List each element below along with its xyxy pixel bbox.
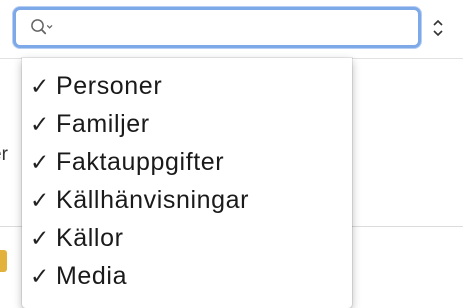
background-label-fragment: er xyxy=(0,144,8,165)
checkmark-icon: ✓ xyxy=(30,110,50,137)
search-with-dropdown-icon[interactable] xyxy=(30,18,54,38)
scope-stepper[interactable] xyxy=(429,17,447,43)
search-scope-menu: ✓ Personer ✓ Familjer ✓ Faktauppgifter ✓… xyxy=(22,58,352,308)
checkmark-icon: ✓ xyxy=(30,186,50,213)
menu-item-personer[interactable]: ✓ Personer xyxy=(22,67,352,105)
menu-item-label: Personer xyxy=(56,71,163,100)
menu-item-label: Media xyxy=(56,261,128,290)
menu-item-label: Källhänvisningar xyxy=(56,185,250,214)
menu-item-label: Familjer xyxy=(56,109,150,138)
menu-item-label: Faktauppgifter xyxy=(56,147,225,176)
menu-item-familjer[interactable]: ✓ Familjer xyxy=(22,105,352,143)
search-input[interactable] xyxy=(60,16,410,40)
checkmark-icon: ✓ xyxy=(30,72,50,99)
checkmark-icon: ✓ xyxy=(30,224,50,251)
menu-item-kallhanvisningar[interactable]: ✓ Källhänvisningar xyxy=(22,181,352,219)
menu-item-media[interactable]: ✓ Media xyxy=(22,257,352,295)
folder-icon xyxy=(0,250,7,272)
search-field[interactable] xyxy=(13,7,421,48)
menu-item-faktauppgifter[interactable]: ✓ Faktauppgifter xyxy=(22,143,352,181)
menu-item-kallor[interactable]: ✓ Källor xyxy=(22,219,352,257)
checkmark-icon: ✓ xyxy=(30,148,50,175)
menu-item-label: Källor xyxy=(56,223,124,252)
checkmark-icon: ✓ xyxy=(30,262,50,289)
up-down-chevron-icon xyxy=(431,17,445,44)
